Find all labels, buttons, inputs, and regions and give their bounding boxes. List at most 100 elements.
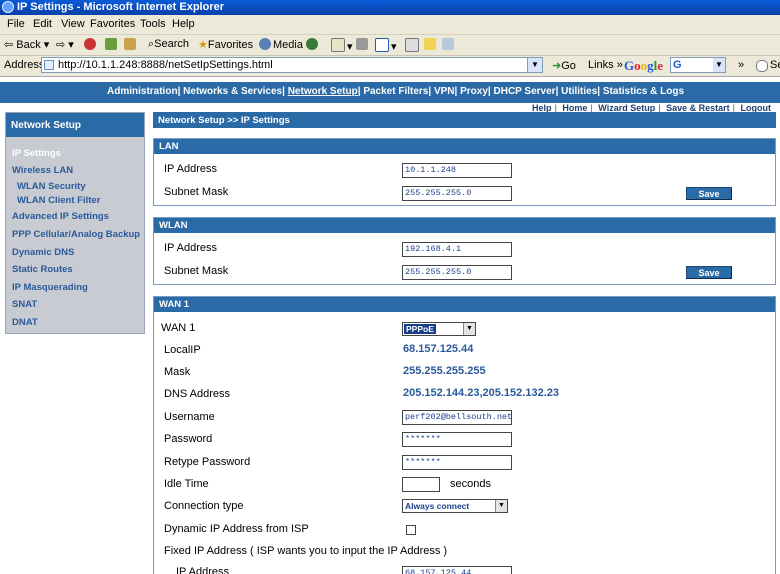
discuss-icon	[405, 38, 419, 52]
address-url: http://10.1.1.248:8888/netSetIpSettings.…	[58, 59, 273, 71]
page-icon	[44, 60, 54, 70]
idle-time-label: Idle Time	[164, 478, 209, 490]
home-icon	[124, 38, 136, 50]
retype-password-label: Retype Password	[164, 456, 251, 468]
wlan-ip-input[interactable]: 192.168.4.1	[402, 242, 512, 257]
lan-mask-input[interactable]: 255.255.255.0	[402, 186, 512, 201]
sidebar-item-wlan-security[interactable]: WLAN Security	[17, 181, 86, 192]
folder-icon	[424, 38, 436, 50]
history-button[interactable]	[306, 38, 320, 51]
dynamic-ip-checkbox[interactable]	[406, 525, 416, 535]
menu-edit[interactable]: Edit	[33, 18, 52, 30]
idle-time-input[interactable]	[402, 477, 440, 492]
address-input[interactable]: http://10.1.1.248:8888/netSetIpSettings.…	[41, 57, 543, 73]
nav-vpn[interactable]: VPN	[434, 86, 455, 97]
fixed-ip-label: Fixed IP Address ( ISP wants you to inpu…	[164, 545, 448, 557]
lan-section-title: LAN	[154, 139, 775, 154]
wlan-ip-label: IP Address	[164, 242, 217, 254]
mask-value: 255.255.255.255	[403, 365, 486, 377]
home-button[interactable]	[124, 38, 138, 51]
edit-button[interactable]: ▾	[375, 38, 397, 53]
nav-administration[interactable]: Administration	[107, 86, 178, 97]
go-button[interactable]: ➜Go	[552, 59, 576, 72]
mail-icon	[331, 38, 345, 52]
sidebar-item-ip-settings[interactable]: IP Settings	[12, 148, 61, 159]
connection-type-label: Connection type	[164, 500, 244, 512]
wlan-mask-input[interactable]: 255.255.255.0	[402, 265, 512, 280]
wan-type-label: WAN 1	[161, 322, 196, 334]
password-label: Password	[164, 433, 213, 445]
messenger-button[interactable]	[424, 38, 438, 51]
lan-section: LAN IP Address 10.1.1.248 Subnet Mask 25…	[153, 138, 776, 206]
nav-dhcp-server[interactable]: DHCP Server	[494, 86, 556, 97]
sidebar-item-snat[interactable]: SNAT	[12, 299, 37, 310]
toolbar-overflow[interactable]: »	[738, 59, 744, 71]
sidebar-item-wlan-client-filter[interactable]: WLAN Client Filter	[17, 195, 100, 206]
dynamic-ip-label: Dynamic IP Address from ISP	[164, 523, 309, 535]
connection-type-select[interactable]: Always connect ▼	[402, 499, 508, 513]
search-radio[interactable]	[756, 60, 768, 72]
ie-icon	[2, 1, 14, 13]
print-button[interactable]	[356, 38, 370, 51]
sidebar-item-ppp-backup[interactable]: PPP Cellular/Analog Backup	[12, 229, 140, 240]
discuss-button[interactable]	[405, 38, 421, 53]
google-search-select[interactable]: G ▼	[670, 57, 726, 73]
menu-file[interactable]: File	[7, 18, 25, 30]
idle-time-unit: seconds	[450, 478, 491, 490]
search-partial-label: Se	[770, 59, 780, 71]
top-nav: Administration| Networks & Services| Net…	[0, 82, 780, 103]
window-titlebar: IP Settings - Microsoft Internet Explore…	[0, 0, 780, 15]
lan-ip-label: IP Address	[164, 163, 217, 175]
nav-utilities[interactable]: Utilities	[561, 86, 597, 97]
nav-network-setup[interactable]: Network Setup	[288, 86, 358, 97]
retype-password-input[interactable]: *******	[402, 455, 512, 470]
menu-help[interactable]: Help	[172, 18, 195, 30]
chevron-down-icon: ▼	[495, 500, 507, 512]
mail-button[interactable]: ▾	[331, 38, 353, 53]
lan-save-button[interactable]: Save	[686, 187, 732, 200]
back-arrow-icon: ⇦	[4, 39, 14, 51]
favorites-button[interactable]: ★Favorites	[198, 38, 253, 51]
sidebar-item-dynamic-dns[interactable]: Dynamic DNS	[12, 247, 74, 258]
stop-icon	[84, 38, 96, 50]
wan-type-select[interactable]: PPPoE ▼	[402, 322, 476, 336]
nav-statistics-logs[interactable]: Statistics & Logs	[603, 86, 684, 97]
sidebar-item-ip-masquerading[interactable]: IP Masquerading	[12, 282, 88, 293]
chevron-down-icon: ▼	[463, 323, 475, 335]
username-input[interactable]: perf202@bellsouth.net	[402, 410, 512, 425]
nav-proxy[interactable]: Proxy	[460, 86, 488, 97]
wlan-section: WLAN IP Address 192.168.4.1 Subnet Mask …	[153, 217, 776, 285]
password-input[interactable]: *******	[402, 432, 512, 447]
forward-arrow-icon: ⇨	[56, 39, 66, 51]
sidebar-item-wireless-lan[interactable]: Wireless LAN	[12, 165, 73, 176]
research-button[interactable]	[442, 38, 456, 51]
stop-button[interactable]	[84, 38, 98, 51]
wlan-save-button[interactable]: Save	[686, 266, 732, 279]
wan-section-title: WAN 1	[154, 297, 775, 312]
search-button[interactable]: ⌕Search	[148, 38, 189, 51]
sidebar-item-static-routes[interactable]: Static Routes	[12, 264, 73, 275]
back-button[interactable]: ⇦ Back ▾	[4, 38, 49, 51]
mask-label: Mask	[164, 366, 191, 378]
refresh-button[interactable]	[105, 38, 119, 51]
fixed-ip-address-input[interactable]: 68.157.125.44	[402, 566, 512, 574]
menu-favorites[interactable]: Favorites	[90, 18, 135, 30]
nav-networks-services[interactable]: Networks & Services	[183, 86, 282, 97]
refresh-icon	[105, 38, 117, 50]
chevron-down-icon[interactable]: ▼	[527, 58, 542, 72]
window-title: IP Settings - Microsoft Internet Explore…	[17, 1, 224, 13]
nav-packet-filters[interactable]: Packet Filters	[363, 86, 428, 97]
links-button[interactable]: Links »	[588, 59, 623, 71]
sidebar-item-dnat[interactable]: DNAT	[12, 317, 38, 328]
forward-button[interactable]: ⇨ ▾	[56, 38, 74, 51]
connection-type-value: Always connect	[405, 501, 470, 511]
wlan-section-title: WLAN	[154, 218, 775, 233]
menu-view[interactable]: View	[61, 18, 85, 30]
media-button[interactable]: Media	[259, 38, 303, 51]
menu-tools[interactable]: Tools	[140, 18, 166, 30]
wlan-mask-label: Subnet Mask	[164, 265, 229, 277]
lan-ip-input[interactable]: 10.1.1.248	[402, 163, 512, 178]
sidebar-item-advanced-ip-settings[interactable]: Advanced IP Settings	[12, 211, 109, 222]
address-bar: Address http://10.1.1.248:8888/netSetIpS…	[0, 56, 780, 77]
menu-bar: File Edit View Favorites Tools Help	[0, 15, 780, 35]
